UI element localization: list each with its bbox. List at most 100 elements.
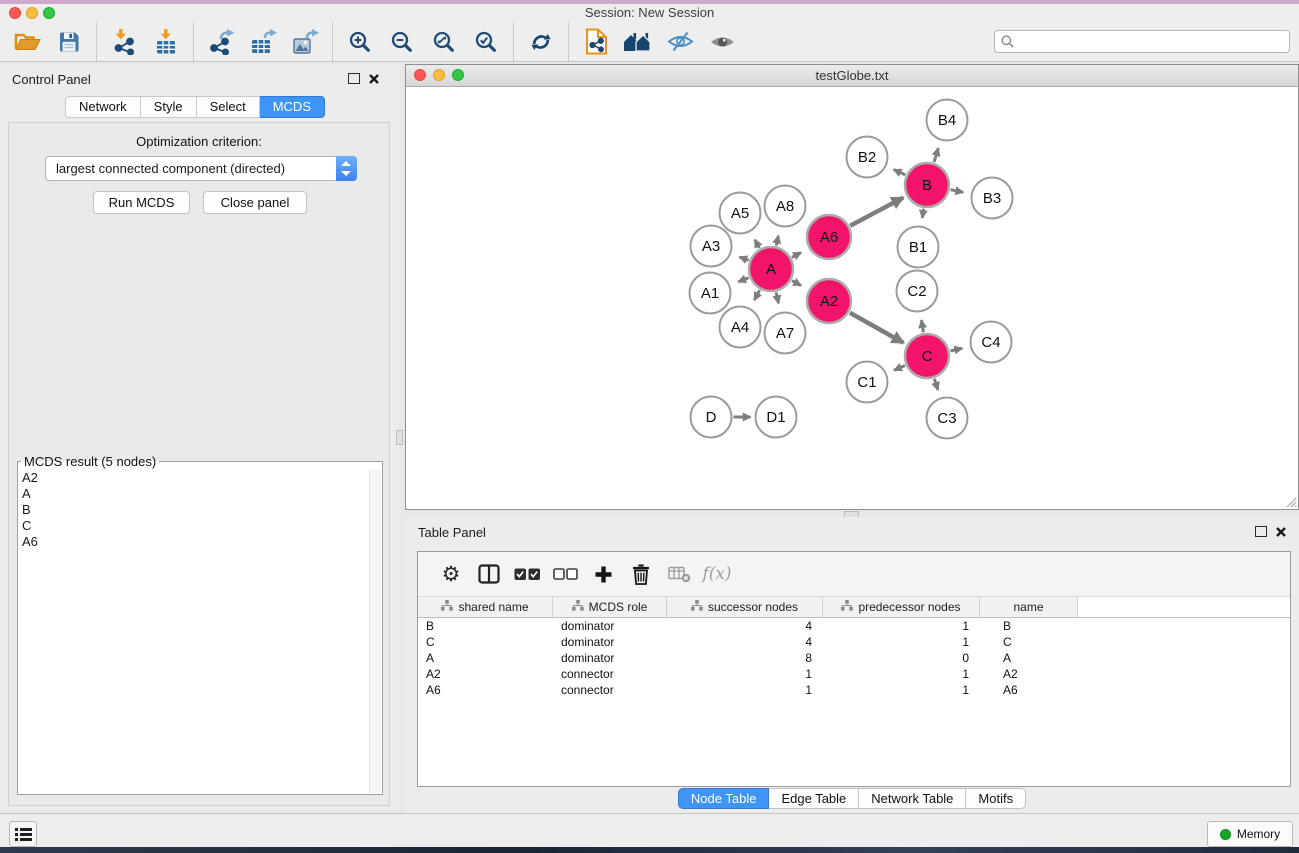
graph-node-A5[interactable]: A5 (720, 193, 761, 234)
import-table-icon[interactable] (145, 25, 187, 59)
graph-node-C4[interactable]: C4 (971, 322, 1012, 363)
edge-A-A4[interactable] (754, 290, 759, 300)
window-resize-grip[interactable] (1284, 495, 1297, 508)
column-header-predecessor-nodes[interactable]: predecessor nodes (823, 597, 980, 617)
float-panel-icon[interactable] (348, 73, 360, 84)
cell-shared-name[interactable]: C (418, 634, 553, 650)
graph-node-D1[interactable]: D1 (756, 397, 797, 438)
delete-table-icon[interactable] (660, 556, 698, 592)
export-image-icon[interactable] (284, 25, 326, 59)
tab-edge-table[interactable]: Edge Table (769, 788, 859, 809)
graph-node-A7[interactable]: A7 (765, 313, 806, 354)
edge-C-C3[interactable] (934, 379, 938, 390)
graph-node-B1[interactable]: B1 (898, 227, 939, 268)
export-network-icon[interactable] (200, 25, 242, 59)
zoom-in-icon[interactable] (339, 25, 381, 59)
search-input[interactable] (1019, 35, 1283, 49)
tab-select[interactable]: Select (197, 96, 260, 118)
cell-name[interactable]: C (980, 634, 1078, 650)
mcds-result-item[interactable]: B (22, 502, 382, 518)
refresh-icon[interactable] (520, 25, 562, 59)
close-panel-icon[interactable] (368, 73, 380, 85)
select-all-icon[interactable] (508, 556, 546, 592)
houses-icon[interactable] (617, 25, 659, 59)
cell-shared-name[interactable]: A2 (418, 666, 553, 682)
network-canvas[interactable]: B4B2BB3A5A8A6A3B1AA1C2A2A4A7CC4C1C3DD1 (406, 87, 1298, 509)
run-mcds-button[interactable]: Run MCDS (93, 191, 190, 214)
zoom-selected-icon[interactable] (465, 25, 507, 59)
table-settings-gear-icon[interactable]: ⚙ (432, 556, 470, 592)
graph-node-B2[interactable]: B2 (847, 137, 888, 178)
mcds-result-item[interactable]: A6 (22, 534, 382, 550)
cell-successor-nodes[interactable]: 1 (667, 666, 823, 682)
cell-predecessor-nodes[interactable]: 1 (823, 618, 980, 634)
edge-A-A7[interactable] (776, 292, 778, 303)
edge-B-B2[interactable] (894, 169, 906, 174)
cell-predecessor-nodes[interactable]: 0 (823, 650, 980, 666)
mcds-result-item[interactable]: A (22, 486, 382, 502)
graph-node-C[interactable]: C (905, 334, 949, 378)
cell-MCDS-role[interactable]: dominator (553, 650, 667, 666)
eye-slash-icon[interactable] (659, 25, 701, 59)
cell-MCDS-role[interactable]: dominator (553, 634, 667, 650)
cell-name[interactable]: B (980, 618, 1078, 634)
cell-predecessor-nodes[interactable]: 1 (823, 666, 980, 682)
table-row[interactable]: Bdominator41B (418, 618, 1290, 634)
tab-network-table[interactable]: Network Table (859, 788, 966, 809)
column-header-name[interactable]: name (980, 597, 1078, 617)
table-row[interactable]: A6connector11A6 (418, 682, 1290, 698)
save-floppy-icon[interactable] (48, 25, 90, 59)
close-panel-button[interactable]: Close panel (203, 191, 307, 214)
graph-node-C2[interactable]: C2 (897, 271, 938, 312)
graph-node-A3[interactable]: A3 (691, 226, 732, 267)
cell-predecessor-nodes[interactable]: 1 (823, 634, 980, 650)
graph-node-B[interactable]: B (905, 163, 949, 207)
search-field[interactable] (994, 30, 1290, 53)
edge-C-C4[interactable] (950, 348, 962, 351)
cell-predecessor-nodes[interactable]: 1 (823, 682, 980, 698)
tab-node-table[interactable]: Node Table (678, 788, 770, 809)
edge-B-B1[interactable] (922, 209, 923, 218)
edge-C-C1[interactable] (894, 366, 905, 371)
zoom-out-icon[interactable] (381, 25, 423, 59)
graph-node-A2[interactable]: A2 (807, 279, 851, 323)
edge-A6-B[interactable] (850, 198, 903, 226)
deselect-all-icon[interactable] (546, 556, 584, 592)
tab-network[interactable]: Network (65, 96, 141, 118)
edge-A-A3[interactable] (739, 257, 748, 260)
function-builder-icon[interactable]: f(x) (698, 556, 736, 592)
edge-C-C2[interactable] (921, 320, 923, 332)
cell-successor-nodes[interactable]: 4 (667, 618, 823, 634)
edge-A-A5[interactable] (755, 240, 760, 248)
column-header-MCDS-role[interactable]: MCDS role (553, 597, 667, 617)
edge-A-A2[interactable] (792, 281, 801, 286)
optimization-dropdown[interactable]: largest connected component (directed) (45, 156, 357, 181)
cell-shared-name[interactable]: A6 (418, 682, 553, 698)
cell-successor-nodes[interactable]: 8 (667, 650, 823, 666)
cell-successor-nodes[interactable]: 4 (667, 634, 823, 650)
task-history-button[interactable] (9, 821, 37, 847)
edge-B-B4[interactable] (934, 148, 938, 162)
cell-shared-name[interactable]: B (418, 618, 553, 634)
cell-MCDS-role[interactable]: connector (553, 666, 667, 682)
table-row[interactable]: Adominator80A (418, 650, 1290, 666)
graph-node-D[interactable]: D (691, 397, 732, 438)
result-list-scrollbar[interactable] (369, 470, 381, 793)
table-row[interactable]: Cdominator41C (418, 634, 1290, 650)
edge-A-A1[interactable] (738, 278, 748, 282)
show-columns-icon[interactable] (470, 556, 508, 592)
network-graph[interactable]: B4B2BB3A5A8A6A3B1AA1C2A2A4A7CC4C1C3DD1 (406, 87, 1298, 509)
cell-MCDS-role[interactable]: dominator (553, 618, 667, 634)
zoom-fit-icon[interactable] (423, 25, 465, 59)
table-row[interactable]: A2connector11A2 (418, 666, 1290, 682)
tab-motifs[interactable]: Motifs (966, 788, 1026, 809)
tab-mcds[interactable]: MCDS (260, 96, 325, 118)
cell-shared-name[interactable]: A (418, 650, 553, 666)
eye-icon[interactable] (701, 25, 743, 59)
graph-node-B3[interactable]: B3 (972, 178, 1013, 219)
edge-A-A8[interactable] (776, 236, 778, 246)
cell-name[interactable]: A (980, 650, 1078, 666)
graph-node-C3[interactable]: C3 (927, 398, 968, 439)
network-window-titlebar[interactable]: testGlobe.txt (406, 65, 1298, 87)
edge-A-A6[interactable] (792, 252, 801, 257)
